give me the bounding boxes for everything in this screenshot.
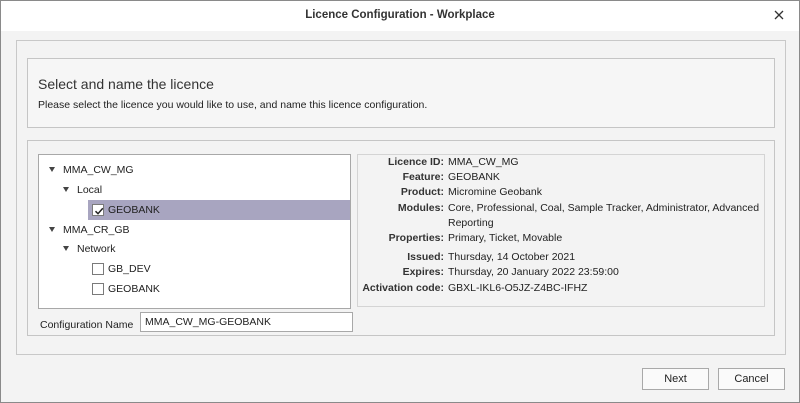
expand-triangle-icon[interactable] [49, 227, 55, 232]
tree-node-label: MMA_CW_MG [63, 164, 134, 176]
detail-label: Properties: [388, 232, 444, 244]
expand-triangle-icon[interactable] [63, 246, 69, 251]
detail-label: Issued: [407, 251, 444, 263]
detail-value: Primary, Ticket, Movable [448, 232, 563, 244]
tree-node-label: Local [77, 184, 103, 196]
step-header: Select and name the licence Please selec… [27, 58, 775, 128]
close-icon[interactable] [771, 7, 787, 23]
tree-node-label: GEOBANK [108, 283, 160, 295]
configuration-name-input[interactable] [140, 312, 353, 332]
checkbox-unchecked[interactable] [92, 283, 104, 295]
detail-value: GBXL-IKL6-O5JZ-Z4BC-IFHZ [448, 282, 588, 294]
detail-value: Micromine Geobank [448, 186, 542, 198]
checkbox-checked[interactable] [92, 204, 104, 216]
step-description: Please select the licence you would like… [38, 99, 428, 111]
tree-node-local[interactable]: Local [63, 180, 102, 200]
licence-content-panel: MMA_CW_MG Local GEOBANK MMA_CR_GB Networ… [27, 140, 775, 336]
expand-triangle-icon[interactable] [63, 187, 69, 192]
detail-value: MMA_CW_MG [448, 156, 519, 168]
configuration-name-label: Configuration Name [40, 319, 134, 331]
detail-label: Licence ID: [387, 156, 444, 168]
checkmark-icon [94, 207, 104, 215]
tree-node-label: Network [77, 243, 116, 255]
detail-value: GEOBANK [448, 171, 500, 183]
detail-label: Expires: [402, 266, 444, 278]
tree-node-network-geobank[interactable]: GEOBANK [88, 279, 288, 299]
licence-configuration-dialog: Licence Configuration - Workplace Select… [0, 0, 800, 403]
step-title: Select and name the licence [38, 76, 214, 92]
detail-label: Activation code: [362, 282, 444, 294]
detail-label: Feature: [402, 171, 444, 183]
tree-node-label: GEOBANK [108, 204, 160, 216]
wizard-panel: Select and name the licence Please selec… [16, 40, 786, 355]
detail-value: Thursday, 20 January 2022 23:59:00 [448, 266, 619, 278]
tree-node-label: GB_DEV [108, 263, 151, 275]
tree-node-label: MMA_CR_GB [63, 224, 130, 236]
tree-node-mma-cr-gb[interactable]: MMA_CR_GB [49, 220, 130, 240]
window-title: Licence Configuration - Workplace [305, 9, 495, 21]
cancel-button[interactable]: Cancel [718, 368, 785, 390]
next-button[interactable]: Next [642, 368, 709, 390]
tree-node-network[interactable]: Network [63, 239, 116, 259]
detail-label: Modules: [397, 202, 444, 214]
title-bar: Licence Configuration - Workplace [1, 1, 799, 31]
licence-details: Licence ID: MMA_CW_MG Feature: GEOBANK P… [357, 154, 765, 307]
detail-value: Core, Professional, Coal, Sample Tracker… [448, 202, 760, 229]
expand-triangle-icon[interactable] [49, 167, 55, 172]
detail-label: Product: [400, 186, 444, 198]
tree-node-local-geobank[interactable]: GEOBANK [88, 200, 350, 220]
tree-node-gb-dev[interactable]: GB_DEV [88, 259, 288, 279]
checkbox-unchecked[interactable] [92, 263, 104, 275]
detail-value: Thursday, 14 October 2021 [448, 251, 576, 263]
tree-node-mma-cw-mg[interactable]: MMA_CW_MG [49, 160, 134, 180]
licence-tree: MMA_CW_MG Local GEOBANK MMA_CR_GB Networ… [38, 154, 351, 309]
